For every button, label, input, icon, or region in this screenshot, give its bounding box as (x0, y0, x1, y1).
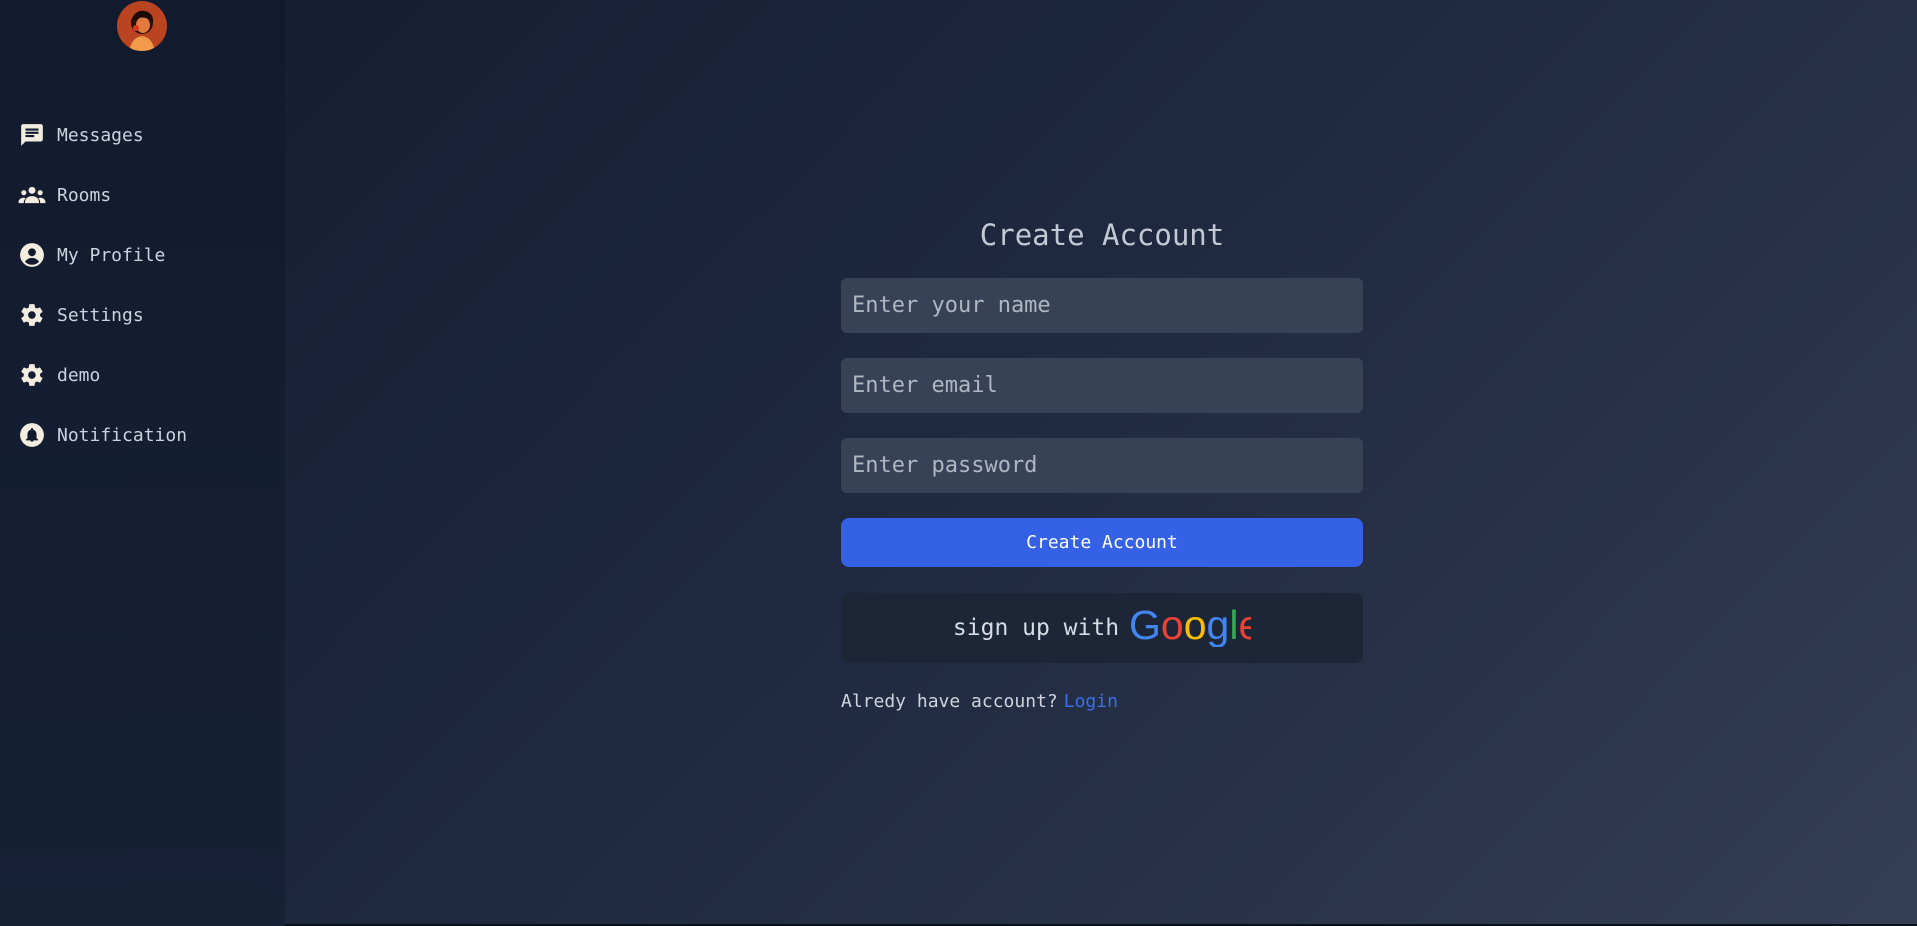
sidebar-item-my-profile[interactable]: My Profile (18, 239, 165, 271)
avatar[interactable] (117, 1, 167, 51)
group-icon (18, 181, 46, 209)
create-account-button[interactable]: Create Account (841, 518, 1363, 567)
profile-icon (18, 241, 46, 269)
message-icon (18, 121, 46, 149)
sidebar-item-label: Messages (57, 124, 144, 146)
bell-icon (18, 421, 46, 449)
name-input[interactable] (841, 278, 1363, 333)
svg-text:Google: Google (1129, 605, 1251, 647)
sidebar-item-rooms[interactable]: Rooms (18, 179, 111, 211)
login-link[interactable]: Login (1064, 691, 1118, 712)
sidebar: Messages Rooms My Profile Settings demo … (0, 0, 285, 926)
page-title: Create Account (979, 218, 1225, 252)
sidebar-item-settings[interactable]: Settings (18, 299, 144, 331)
login-prompt: Alredy have account? Login (841, 691, 1118, 712)
google-signup-button[interactable]: sign up with Google (841, 593, 1363, 663)
sidebar-item-label: Notification (57, 424, 188, 446)
password-input[interactable] (841, 438, 1363, 493)
sidebar-item-notification[interactable]: Notification (18, 419, 187, 451)
app-root: Messages Rooms My Profile Settings demo … (0, 0, 1917, 926)
google-signup-label: sign up with (952, 615, 1120, 641)
gear-icon (18, 301, 46, 329)
sidebar-item-messages[interactable]: Messages (18, 119, 144, 151)
login-prompt-text: Alredy have account? (841, 691, 1058, 712)
sidebar-item-label: demo (57, 364, 101, 386)
gear-icon (18, 361, 46, 389)
sidebar-item-demo[interactable]: demo (18, 359, 100, 391)
avatar-image (117, 1, 167, 51)
sidebar-item-label: Settings (57, 304, 144, 326)
sidebar-item-label: Rooms (57, 184, 112, 206)
sidebar-item-label: My Profile (57, 244, 166, 266)
email-input[interactable] (841, 358, 1363, 413)
google-logo: Google (1129, 602, 1261, 651)
